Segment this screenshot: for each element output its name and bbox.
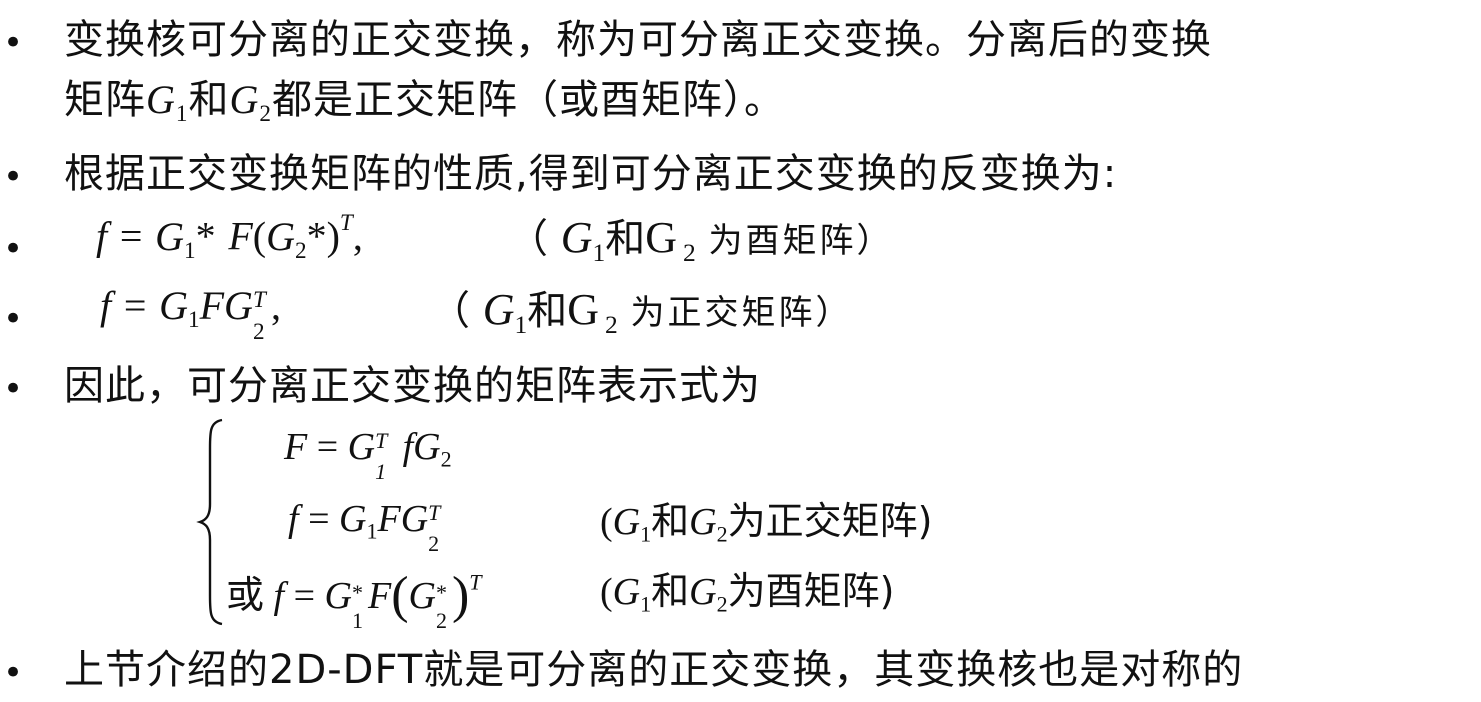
text-and: 和 xyxy=(188,77,230,123)
system-line-orthogonal: f = G1FG T 2 xyxy=(288,498,441,557)
equation-unitary-inverse: f = G1* F(G2*)T, xyxy=(96,210,363,264)
symbol-G1: G1 xyxy=(146,77,189,128)
equation-orthogonal-note: （ G1和G 2 为正交矩阵） xyxy=(430,285,853,339)
bullet-dot: • xyxy=(2,369,24,409)
system-line-unitary: 或 f = G * 1 F(G * 2)T xyxy=(226,567,482,634)
system-note-orthogonal: (G1和G2为正交矩阵) xyxy=(600,499,933,547)
left-brace xyxy=(196,418,223,626)
bullet-dot: • xyxy=(2,157,24,197)
bullet-dot: • xyxy=(2,653,24,693)
text-rest: 都是正交矩阵（或酉矩阵）。 xyxy=(271,77,785,123)
bullet-1-line-2: 矩阵G1和G2都是正交矩阵（或酉矩阵）。 xyxy=(64,80,785,126)
system-note-unitary: (G1和G2为酉矩阵) xyxy=(600,569,895,617)
bullet-1-line-1: 变换核可分离的正交变换，称为可分离正交变换。分离后的变换 xyxy=(64,17,1212,63)
equation-unitary-note: （ G1和G 2 为酉矩阵） xyxy=(508,213,894,267)
symbol-G2: G2 xyxy=(229,77,272,128)
bullet-6-text: 上节介绍的2D-DFT就是可分离的正交变换，其变换核也是对称的 xyxy=(64,647,1244,693)
text-matrix: 矩阵 xyxy=(64,77,146,123)
bullet-5-text: 因此，可分离正交变换的矩阵表示式为 xyxy=(64,363,761,409)
bullet-dot: • xyxy=(2,229,24,269)
bullet-dot: • xyxy=(2,299,24,339)
system-line-forward: F = GT1 fG2 xyxy=(284,426,452,485)
equation-orthogonal-inverse: f = G1FG T 2, xyxy=(100,283,281,346)
bullet-2-text: 根据正交变换矩阵的性质,得到可分离正交变换的反变换为: xyxy=(64,151,1118,197)
bullet-dot: • xyxy=(2,23,24,63)
